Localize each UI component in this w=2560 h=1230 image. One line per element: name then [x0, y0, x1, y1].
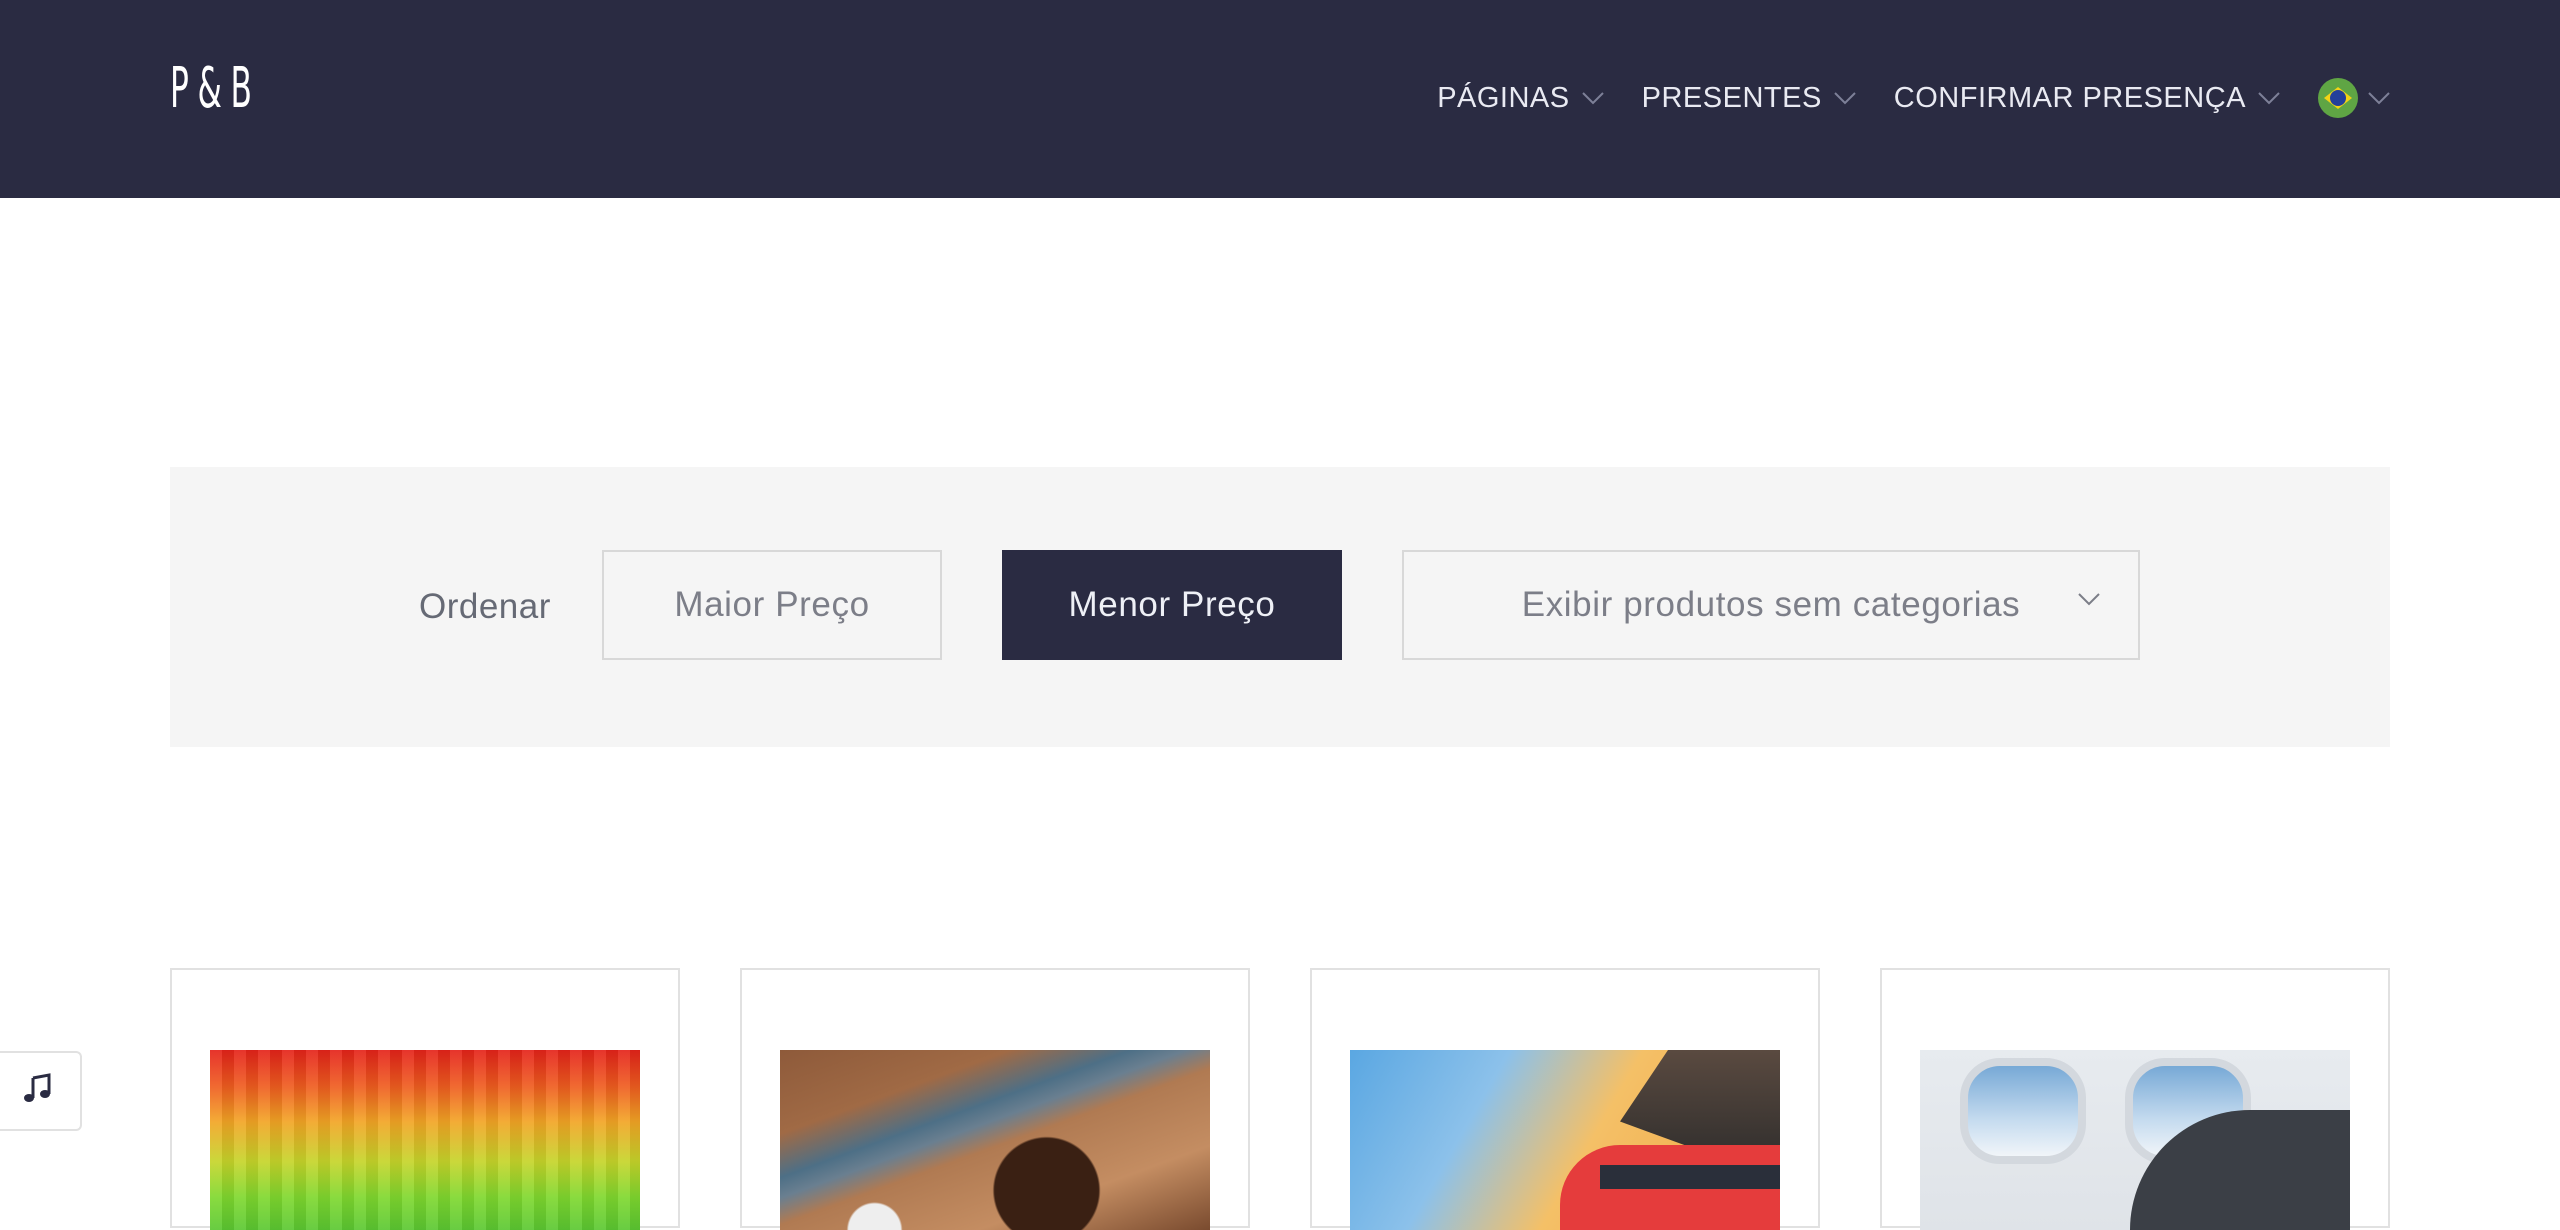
product-card[interactable] — [1310, 968, 1820, 1230]
product-card[interactable] — [170, 968, 680, 1230]
site-logo[interactable]: P&B — [170, 58, 261, 120]
sort-lowest-price-button[interactable]: Menor Preço — [1002, 550, 1342, 660]
sort-highest-price-button[interactable]: Maior Preço — [602, 550, 942, 660]
category-select-value: Exibir produtos sem categorias — [1521, 585, 2021, 624]
sort-bar: Ordenar Maior Preço Menor Preço Exibir p… — [170, 467, 2390, 747]
chevron-down-icon — [1581, 91, 1604, 105]
nav-item-confirmar-presenca[interactable]: CONFIRMAR PRESENÇA — [1894, 82, 2280, 115]
main-nav: PÁGINAS PRESENTES CONFIRMAR PRESENÇA — [1437, 70, 2390, 126]
category-select[interactable]: Exibir produtos sem categorias — [1402, 550, 2140, 660]
chevron-down-icon — [2078, 592, 2100, 606]
nav-item-paginas[interactable]: PÁGINAS — [1437, 81, 1604, 115]
chocolate-brigadeiro-image — [780, 1050, 1210, 1230]
nav-item-presentes[interactable]: PRESENTES — [1642, 82, 1856, 115]
product-card[interactable] — [1880, 968, 2390, 1230]
nav-item-label: PRESENTES — [1641, 81, 1822, 114]
nav-item-label: CONFIRMAR PRESENÇA — [1893, 81, 2246, 114]
chevron-down-icon — [2258, 91, 2280, 105]
music-toggle-button[interactable] — [0, 1051, 82, 1131]
airplane-seat-image — [1920, 1050, 2350, 1230]
colorful-pixel-image — [210, 1050, 640, 1230]
language-selector[interactable] — [2318, 78, 2390, 118]
site-header: P&B PÁGINAS PRESENTES CONFIRMAR PRESENÇA — [0, 0, 2560, 198]
chevron-down-icon — [1834, 91, 1856, 105]
chevron-down-icon — [2368, 91, 2390, 105]
music-note-icon — [21, 1072, 55, 1111]
sort-label: Ordenar — [419, 587, 551, 626]
product-card[interactable] — [740, 968, 1250, 1230]
red-train-image — [1350, 1050, 1780, 1230]
nav-item-label: PÁGINAS — [1437, 81, 1570, 114]
brazil-flag-icon — [2318, 78, 2358, 118]
